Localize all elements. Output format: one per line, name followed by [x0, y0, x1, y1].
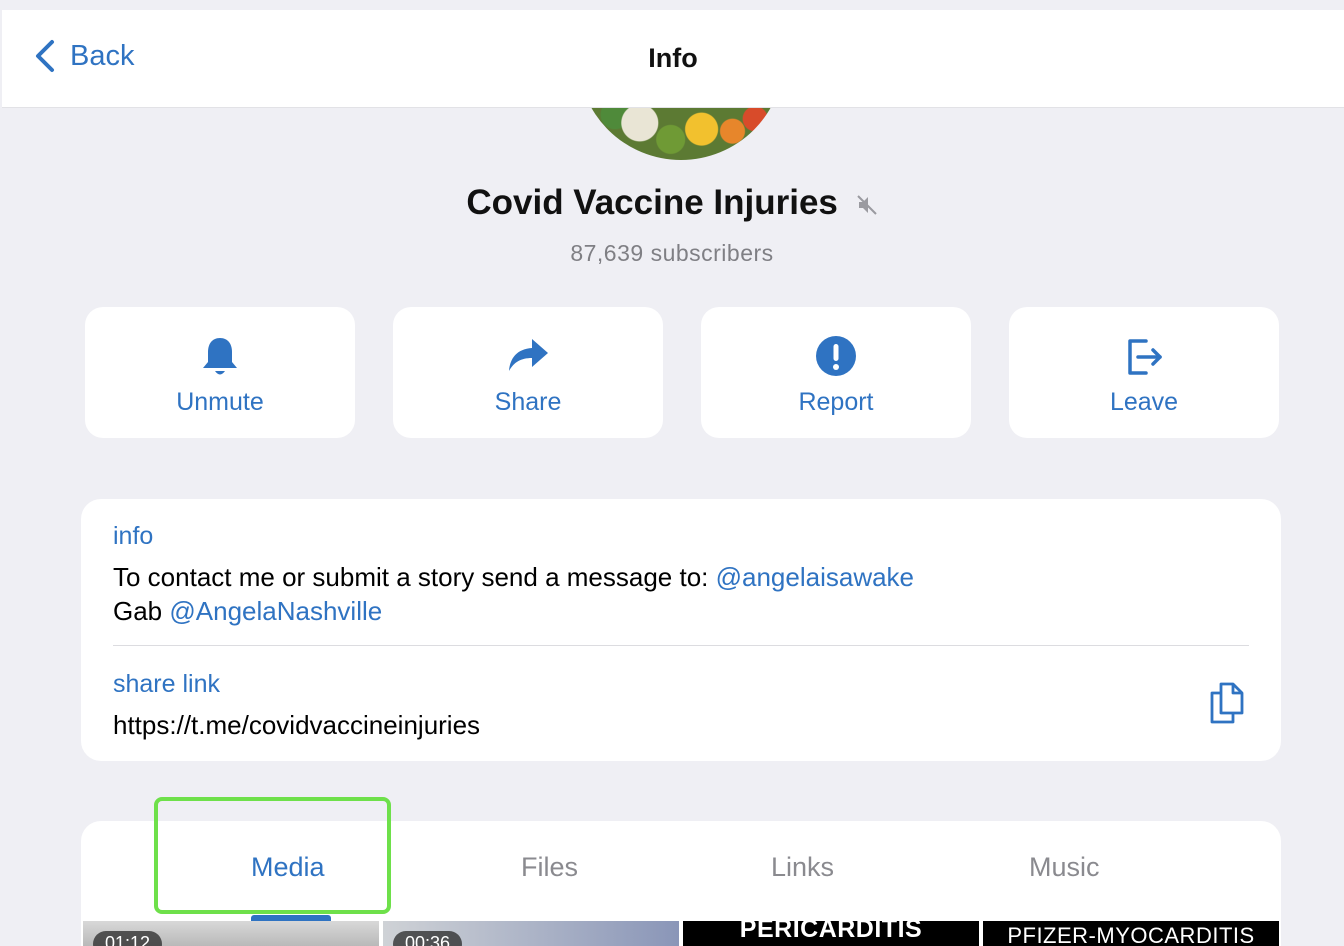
info-line-1: To contact me or submit a story send a m…: [113, 562, 914, 593]
gab-mention-link[interactable]: @AngelaNashville: [169, 596, 382, 626]
share-link-url[interactable]: https://t.me/covidvaccineinjuries: [113, 710, 480, 741]
report-label: Report: [798, 388, 874, 416]
info-line-2: Gab @AngelaNashville: [113, 596, 382, 627]
gab-text: Gab: [113, 596, 170, 626]
share-button[interactable]: Share: [393, 307, 663, 438]
tab-files[interactable]: Files: [521, 852, 578, 883]
channel-name: Covid Vaccine Injuries: [466, 183, 838, 222]
leave-button[interactable]: Leave: [1009, 307, 1279, 438]
avatar-image: [578, 108, 784, 160]
media-thumbnail[interactable]: 00:36: [383, 921, 679, 946]
share-arrow-icon: [393, 335, 663, 379]
report-button[interactable]: Report: [701, 307, 971, 438]
divider: [113, 645, 1249, 646]
mention-link[interactable]: @angelaisawake: [716, 562, 914, 592]
tab-music[interactable]: Music: [1029, 852, 1100, 883]
leave-icon: [1009, 335, 1279, 379]
tab-links[interactable]: Links: [771, 852, 834, 883]
media-thumbnail[interactable]: 01:12: [83, 921, 379, 946]
info-label: info: [113, 522, 154, 550]
exclamation-icon: [701, 335, 971, 379]
top-strip: [0, 0, 1344, 10]
leave-label: Leave: [1109, 388, 1179, 416]
subscriber-count: 87,639 subscribers: [570, 240, 774, 266]
thumbnail-caption: PFIZER-MYOCARDITIS: [1007, 923, 1255, 946]
navigation-bar: Back Info: [2, 10, 1344, 108]
bell-icon: [85, 335, 355, 379]
media-thumbnail[interactable]: PERICARDITIS: [683, 921, 979, 946]
video-duration: 00:36: [393, 931, 463, 946]
copy-icon[interactable]: [1207, 681, 1247, 725]
muted-speaker-icon: [856, 185, 878, 225]
tab-media[interactable]: Media: [251, 852, 325, 883]
channel-avatar[interactable]: [578, 108, 784, 160]
media-thumbnail[interactable]: PFIZER-MYOCARDITIS: [983, 921, 1279, 946]
info-card: info To contact me or submit a story sen…: [81, 499, 1281, 761]
thumbnail-caption: PERICARDITIS: [739, 921, 923, 943]
video-duration: 01:12: [93, 931, 163, 946]
channel-title: Covid Vaccine Injuries: [0, 183, 1344, 225]
share-link-label: share link: [113, 670, 220, 698]
page-title: Info: [648, 43, 698, 73]
unmute-button[interactable]: Unmute: [85, 307, 355, 438]
info-text: To contact me or submit a story send a m…: [113, 562, 716, 592]
share-label: Share: [494, 388, 562, 416]
unmute-label: Unmute: [176, 388, 264, 416]
